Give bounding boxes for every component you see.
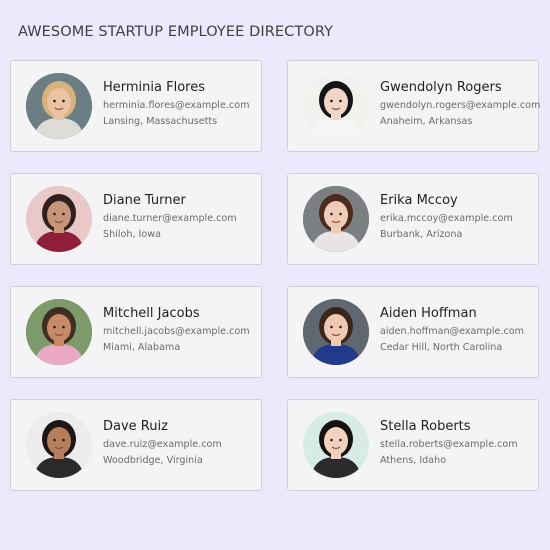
avatar-portrait xyxy=(26,299,92,365)
employee-name: Herminia Flores xyxy=(103,80,205,95)
avatar-eye xyxy=(339,212,342,216)
employee-info: Stella Roberts stella.roberts@example.co… xyxy=(380,419,518,467)
employee-card[interactable]: Gwendolyn Rogers gwendolyn.rogers@exampl… xyxy=(287,60,541,152)
avatar-portrait xyxy=(303,412,369,478)
avatar xyxy=(303,299,369,365)
employee-email: gwendolyn.rogers@example.com xyxy=(380,100,541,111)
avatar-eye xyxy=(53,99,56,103)
avatar-eye xyxy=(62,438,65,442)
avatar-portrait xyxy=(303,299,369,365)
page-title: AWESOME STARTUP EMPLOYEE DIRECTORY xyxy=(18,24,334,40)
avatar-portrait xyxy=(26,73,92,139)
employee-card[interactable]: Dave Ruiz dave.ruiz@example.com Woodbrid… xyxy=(10,399,262,491)
employee-info: Diane Turner diane.turner@example.com Sh… xyxy=(103,193,237,241)
employee-location: Burbank, Arizona xyxy=(380,229,463,240)
avatar-face xyxy=(47,427,71,455)
employee-name: Dave Ruiz xyxy=(103,419,168,434)
avatar-eye xyxy=(339,438,342,442)
avatar xyxy=(26,299,92,365)
employee-card[interactable]: Herminia Flores herminia.flores@example.… xyxy=(10,60,262,152)
avatar-eye xyxy=(62,325,65,329)
employee-location: Miami, Alabama xyxy=(103,342,181,353)
employee-card[interactable]: Diane Turner diane.turner@example.com Sh… xyxy=(10,173,262,265)
avatar xyxy=(303,186,369,252)
employee-location: Cedar Hill, North Carolina xyxy=(380,342,503,353)
employee-card[interactable]: Stella Roberts stella.roberts@example.co… xyxy=(287,399,539,491)
avatar-portrait xyxy=(26,412,92,478)
employee-name: Diane Turner xyxy=(103,193,186,208)
avatar-face xyxy=(324,88,348,116)
employee-info: Erika Mccoy erika.mccoy@example.com Burb… xyxy=(380,193,513,241)
avatar xyxy=(26,73,92,139)
employee-card[interactable]: Aiden Hoffman aiden.hoffman@example.com … xyxy=(287,286,539,378)
avatar-portrait xyxy=(26,186,92,252)
employee-name: Stella Roberts xyxy=(380,419,471,434)
avatar xyxy=(26,186,92,252)
employee-card[interactable]: Mitchell Jacobs mitchell.jacobs@example.… xyxy=(10,286,262,378)
avatar xyxy=(26,412,92,478)
employee-grid: Herminia Flores herminia.flores@example.… xyxy=(10,60,541,491)
avatar-face xyxy=(324,201,348,229)
avatar-portrait xyxy=(303,186,369,252)
avatar-face xyxy=(324,314,348,342)
avatar-eye xyxy=(53,325,56,329)
avatar xyxy=(303,73,369,139)
employee-location: Woodbridge, Virginia xyxy=(103,455,203,466)
employee-location: Lansing, Massachusetts xyxy=(103,116,218,127)
avatar-eye xyxy=(339,99,342,103)
employee-name: Aiden Hoffman xyxy=(380,306,477,321)
avatar-face xyxy=(47,314,71,342)
employee-email: mitchell.jacobs@example.com xyxy=(103,326,250,337)
avatar-eye xyxy=(53,212,56,216)
avatar-eye xyxy=(330,438,333,442)
employee-info: Aiden Hoffman aiden.hoffman@example.com … xyxy=(380,306,524,354)
employee-name: Mitchell Jacobs xyxy=(103,306,200,321)
avatar xyxy=(303,412,369,478)
avatar-eye xyxy=(53,438,56,442)
employee-location: Athens, Idaho xyxy=(380,455,447,466)
employee-card[interactable]: Erika Mccoy erika.mccoy@example.com Burb… xyxy=(287,173,539,265)
avatar-face xyxy=(47,201,71,229)
employee-info: Dave Ruiz dave.ruiz@example.com Woodbrid… xyxy=(103,419,222,467)
employee-name: Erika Mccoy xyxy=(380,193,458,208)
avatar-face xyxy=(47,88,71,116)
avatar-eye xyxy=(330,99,333,103)
employee-email: stella.roberts@example.com xyxy=(380,439,518,450)
employee-email: dave.ruiz@example.com xyxy=(103,439,222,450)
avatar-eye xyxy=(339,325,342,329)
employee-name: Gwendolyn Rogers xyxy=(380,80,502,95)
avatar-portrait xyxy=(303,73,369,139)
employee-email: herminia.flores@example.com xyxy=(103,100,250,111)
employee-info: Mitchell Jacobs mitchell.jacobs@example.… xyxy=(103,306,250,354)
employee-location: Anaheim, Arkansas xyxy=(380,116,473,127)
avatar-eye xyxy=(62,212,65,216)
employee-location: Shiloh, Iowa xyxy=(103,229,161,240)
avatar-eye xyxy=(62,99,65,103)
employee-email: erika.mccoy@example.com xyxy=(380,213,513,224)
avatar-eye xyxy=(330,212,333,216)
employee-info: Herminia Flores herminia.flores@example.… xyxy=(103,80,250,128)
employee-email: aiden.hoffman@example.com xyxy=(380,326,524,337)
avatar-eye xyxy=(330,325,333,329)
avatar-face xyxy=(324,427,348,455)
employee-info: Gwendolyn Rogers gwendolyn.rogers@exampl… xyxy=(380,80,541,128)
employee-email: diane.turner@example.com xyxy=(103,213,237,224)
